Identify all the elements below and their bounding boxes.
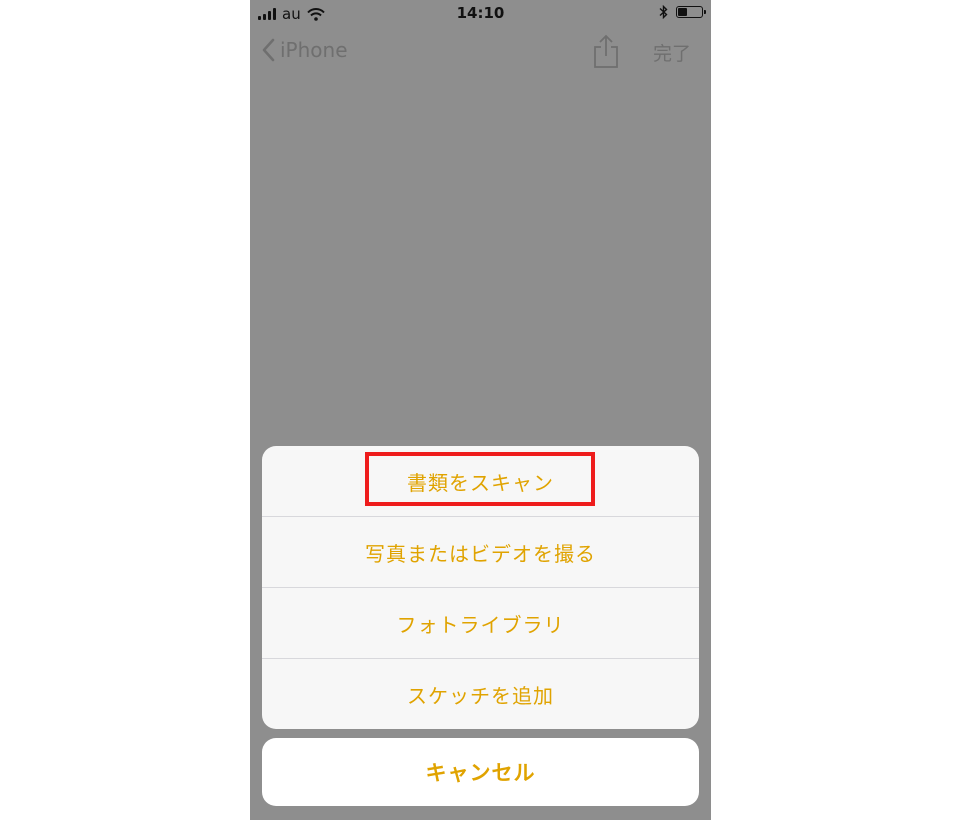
status-time: 14:10 xyxy=(456,4,505,22)
action-sheet: 書類をスキャン 写真またはビデオを撮る フォトライブラリ スケッチを追加 xyxy=(262,446,699,729)
chevron-left-icon xyxy=(262,38,275,62)
scan-documents-label: 書類をスキャン xyxy=(407,470,554,495)
status-bar: au 14:10 xyxy=(250,0,711,28)
cancel-button[interactable]: キャンセル xyxy=(262,738,699,806)
phone-screen: au 14:10 iPhone 完了 書類をスキャン 写真またはビデオを撮る フ… xyxy=(250,0,711,820)
battery-icon xyxy=(676,6,706,18)
scan-documents-option[interactable]: 書類をスキャン xyxy=(262,446,699,517)
back-label: iPhone xyxy=(280,38,348,62)
add-sketch-option[interactable]: スケッチを追加 xyxy=(262,659,699,729)
done-button[interactable]: 完了 xyxy=(653,39,691,66)
photo-library-label: フォトライブラリ xyxy=(396,612,565,637)
status-right xyxy=(659,5,706,19)
bluetooth-icon xyxy=(659,5,668,19)
back-button[interactable]: iPhone xyxy=(262,38,348,62)
nav-bar: iPhone 完了 xyxy=(250,30,711,74)
add-sketch-label: スケッチを追加 xyxy=(407,683,554,708)
take-photo-video-option[interactable]: 写真またはビデオを撮る xyxy=(262,517,699,588)
take-photo-video-label: 写真またはビデオを撮る xyxy=(365,541,596,566)
photo-library-option[interactable]: フォトライブラリ xyxy=(262,588,699,659)
share-icon[interactable] xyxy=(592,34,620,70)
